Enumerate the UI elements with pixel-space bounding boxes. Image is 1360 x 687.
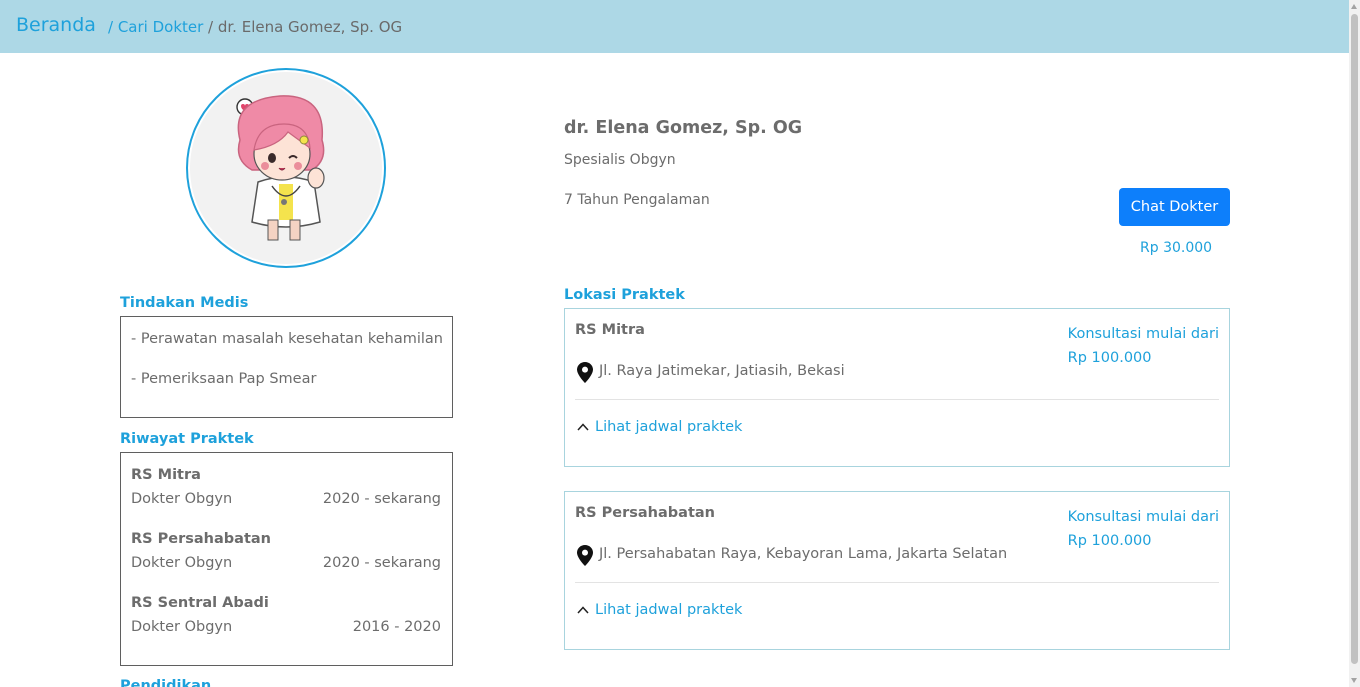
riwayat-years: 2016 - 2020 bbox=[352, 619, 441, 635]
riwayat-years: 2020 - sekarang bbox=[322, 555, 441, 571]
view-schedule-label[interactable]: Lihat jadwal praktek bbox=[595, 602, 742, 618]
location-name: RS Persahabatan bbox=[575, 505, 715, 521]
doctor-avatar bbox=[186, 68, 386, 268]
location-address: Jl. Persahabatan Raya, Kebayoran Lama, J… bbox=[599, 546, 1008, 562]
riwayat-praktek-box: RS Mitra Dokter Obgyn 2020 - sekarang RS… bbox=[120, 452, 453, 666]
consult-price: Rp 100.000 bbox=[1067, 350, 1152, 366]
map-pin-icon bbox=[577, 545, 593, 566]
consult-price-info: Konsultasi mulai dari Rp 100.000 bbox=[1068, 322, 1219, 370]
riwayat-role: Dokter Obgyn bbox=[131, 491, 233, 507]
consult-price-info: Konsultasi mulai dari Rp 100.000 bbox=[1068, 505, 1219, 553]
riwayat-praktek-title: Riwayat Praktek bbox=[120, 431, 254, 447]
scroll-down-arrow-icon[interactable] bbox=[1351, 678, 1357, 683]
tindakan-medis-title: Tindakan Medis bbox=[120, 295, 249, 311]
riwayat-years: 2020 - sekarang bbox=[322, 491, 441, 507]
lokasi-praktek-title: Lokasi Praktek bbox=[564, 287, 685, 303]
scroll-up-arrow-icon[interactable] bbox=[1351, 4, 1357, 9]
doctor-name: dr. Elena Gomez, Sp. OG bbox=[564, 118, 803, 138]
location-card: RS Mitra Konsultasi mulai dari Rp 100.00… bbox=[564, 308, 1230, 467]
consult-label: Konsultasi mulai dari bbox=[1067, 326, 1219, 342]
doctor-avatar-illustration bbox=[190, 72, 382, 264]
location-card: RS Persahabatan Konsultasi mulai dari Rp… bbox=[564, 491, 1230, 650]
tindakan-item: - Pemeriksaan Pap Smear bbox=[131, 371, 317, 387]
consult-label: Konsultasi mulai dari bbox=[1067, 509, 1219, 525]
tindakan-item: - Perawatan masalah kesehatan kehamilan bbox=[131, 331, 443, 347]
riwayat-hospital: RS Sentral Abadi bbox=[131, 595, 269, 611]
riwayat-hospital: RS Persahabatan bbox=[131, 531, 271, 547]
view-schedule-link[interactable]: Lihat jadwal praktek bbox=[577, 419, 742, 435]
divider bbox=[575, 582, 1219, 583]
riwayat-role: Dokter Obgyn bbox=[131, 619, 233, 635]
chat-doctor-button[interactable]: Chat Dokter bbox=[1119, 188, 1230, 226]
view-schedule-link[interactable]: Lihat jadwal praktek bbox=[577, 602, 742, 618]
tindakan-medis-box: - Perawatan masalah kesehatan kehamilan … bbox=[120, 316, 453, 418]
riwayat-hospital: RS Mitra bbox=[131, 467, 201, 483]
breadcrumb: / Cari Dokter / dr. Elena Gomez, Sp. OG bbox=[108, 18, 402, 36]
riwayat-role: Dokter Obgyn bbox=[131, 555, 233, 571]
divider bbox=[575, 399, 1219, 400]
view-schedule-label[interactable]: Lihat jadwal praktek bbox=[595, 419, 742, 435]
breadcrumb-cari-dokter[interactable]: / Cari Dokter bbox=[108, 18, 203, 36]
top-navbar: Beranda / Cari Dokter / dr. Elena Gomez,… bbox=[0, 0, 1349, 53]
map-pin-icon bbox=[577, 362, 593, 383]
breadcrumb-current: / dr. Elena Gomez, Sp. OG bbox=[203, 18, 403, 36]
consult-price: Rp 100.000 bbox=[1067, 533, 1152, 549]
scroll-thumb[interactable] bbox=[1351, 14, 1358, 664]
doctor-specialty: Spesialis Obgyn bbox=[564, 152, 676, 168]
pendidikan-title: Pendidikan bbox=[120, 678, 212, 687]
chevron-up-icon bbox=[577, 423, 589, 431]
location-name: RS Mitra bbox=[575, 322, 645, 338]
location-address: Jl. Raya Jatimekar, Jatiasih, Bekasi bbox=[599, 363, 845, 379]
chat-price: Rp 30.000 bbox=[1140, 240, 1213, 256]
vertical-scrollbar[interactable] bbox=[1349, 0, 1360, 687]
home-link[interactable]: Beranda bbox=[16, 14, 96, 36]
doctor-experience: 7 Tahun Pengalaman bbox=[564, 192, 710, 208]
chevron-up-icon bbox=[577, 606, 589, 614]
